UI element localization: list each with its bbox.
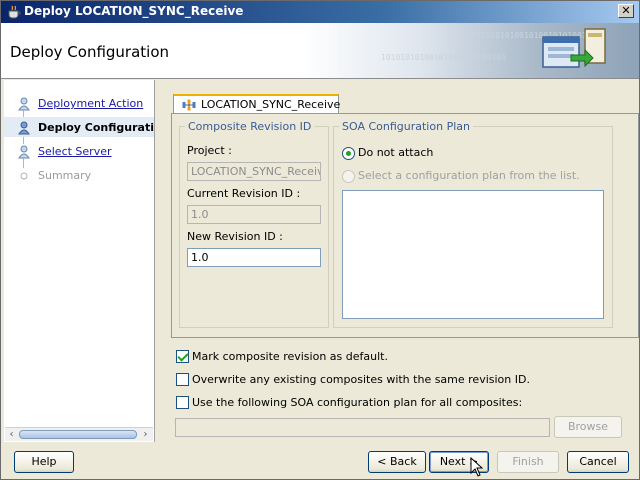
scroll-right-icon[interactable]: ›: [140, 429, 151, 440]
step-circle-icon: [20, 172, 28, 180]
use-plan-label[interactable]: Use the following SOA configuration plan…: [192, 396, 522, 409]
step-deploy-configuration[interactable]: Deploy Configuration: [4, 117, 154, 137]
plan-path-field: [175, 418, 550, 437]
select-plan-radio: [342, 170, 355, 183]
step-person-icon: [18, 145, 30, 159]
finish-button: Finish: [497, 451, 559, 473]
tab-panel: Composite Revision ID Project : LOCATION…: [171, 113, 639, 338]
use-plan-checkbox[interactable]: [176, 396, 189, 409]
current-revision-label: Current Revision ID :: [187, 187, 301, 200]
browse-button: Browse: [554, 416, 622, 438]
page-title: Deploy Configuration: [10, 43, 170, 61]
step-label: Deployment Action: [38, 97, 144, 110]
title-bar[interactable]: Deploy LOCATION_SYNC_Receive ✕: [1, 1, 639, 23]
help-button[interactable]: Help: [14, 451, 74, 473]
coffee-cup-icon: [8, 5, 21, 19]
header-banner: 10101010100101001010100101 1010101010010…: [1, 23, 639, 79]
step-label: Select Server: [38, 145, 112, 158]
new-revision-input[interactable]: 1.0: [187, 248, 321, 267]
do-not-attach-label[interactable]: Do not attach: [358, 146, 433, 159]
step-summary: Summary: [4, 165, 154, 185]
composite-icon: [182, 99, 196, 111]
wizard-steps-panel: Deployment Action Deploy Configuration S…: [4, 80, 155, 442]
deploy-dialog: Deploy LOCATION_SYNC_Receive ✕ 101010101…: [0, 0, 640, 480]
close-button[interactable]: ✕: [618, 4, 634, 18]
step-label: Summary: [38, 169, 92, 182]
back-button[interactable]: < Back: [368, 451, 426, 473]
project-field: LOCATION_SYNC_Receive: [187, 162, 321, 181]
configuration-plan-list[interactable]: [342, 190, 604, 319]
new-revision-label: New Revision ID :: [187, 230, 283, 243]
step-select-server[interactable]: Select Server: [4, 141, 154, 161]
step-current-icon: [18, 121, 30, 135]
tab-location-sync-receive[interactable]: LOCATION_SYNC_Receive: [173, 94, 341, 114]
current-revision-field: 1.0: [187, 205, 321, 224]
composite-revision-legend: Composite Revision ID: [188, 120, 312, 133]
overwrite-checkbox[interactable]: [176, 373, 189, 386]
mouse-pointer-icon: [470, 457, 484, 477]
select-plan-label: Select a configuration plan from the lis…: [358, 169, 580, 182]
scroll-left-icon[interactable]: ‹: [6, 429, 17, 440]
cancel-button[interactable]: Cancel: [567, 451, 629, 473]
banner-binary-text: 10101010100101001010100101: [381, 53, 507, 62]
step-label: Deploy Configuration: [38, 121, 154, 134]
scrollbar-thumb[interactable]: [19, 430, 137, 439]
soa-plan-legend: SOA Configuration Plan: [342, 120, 470, 133]
steps-horizontal-scrollbar[interactable]: ‹ ›: [5, 427, 153, 441]
window-title: Deploy LOCATION_SYNC_Receive: [24, 4, 244, 18]
do-not-attach-radio[interactable]: [342, 147, 355, 160]
mark-default-label[interactable]: Mark composite revision as default.: [192, 350, 388, 363]
deploy-windows-icon: [542, 28, 606, 68]
tab-label: LOCATION_SYNC_Receive: [201, 98, 341, 111]
step-person-icon: [18, 97, 30, 111]
step-deployment-action[interactable]: Deployment Action: [4, 93, 154, 113]
overwrite-label[interactable]: Overwrite any existing composites with t…: [192, 373, 530, 386]
project-label: Project :: [187, 144, 232, 157]
mark-default-checkbox[interactable]: [176, 350, 189, 363]
